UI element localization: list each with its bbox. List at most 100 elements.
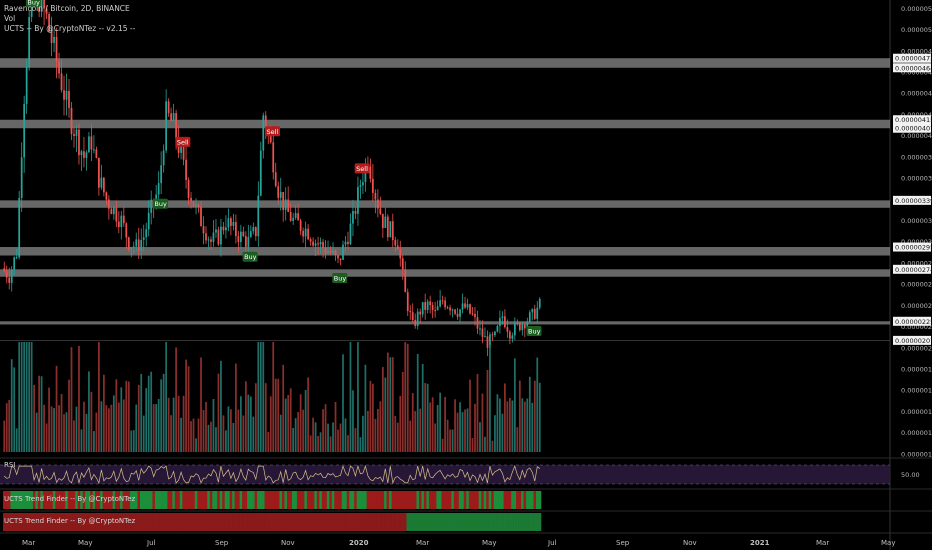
candle-body: [262, 115, 265, 151]
candle-body: [456, 313, 459, 317]
trend-finder-cell: [247, 513, 250, 531]
volume-bar: [501, 413, 504, 452]
volume-bar: [262, 342, 265, 452]
candle-body: [421, 302, 424, 315]
trend-finder-cell: [276, 513, 280, 531]
trend-finder-cell: [259, 491, 263, 509]
volume-bar: [424, 383, 427, 452]
trend-finder-cell: [234, 491, 238, 509]
trend-finder-cell: [219, 491, 223, 509]
trend-finder-cell: [401, 491, 405, 509]
trend-finder-cell: [137, 491, 141, 509]
volume-bar: [464, 409, 466, 452]
volume-bar: [434, 423, 437, 452]
price-tick-label: 0.00000440: [901, 90, 932, 98]
candle-body: [127, 237, 130, 250]
candle-body: [444, 300, 446, 308]
trend-finder-cell: [423, 491, 427, 509]
candle-body: [135, 239, 138, 247]
trend-finder-cell: [441, 513, 445, 531]
candle-body: [304, 228, 307, 237]
chart-root[interactable]: 0.000005200.000005000.000004800.00000460…: [0, 0, 932, 550]
volume-bar: [294, 418, 297, 452]
candle-body: [319, 242, 322, 245]
candle-body: [182, 147, 185, 160]
candle-body: [389, 221, 392, 238]
trend-finder-cell: [498, 491, 502, 509]
trend-finder-cell: [281, 513, 285, 531]
candle-body: [80, 151, 83, 156]
trend-finder-cell: [189, 491, 193, 509]
candle-body: [491, 334, 494, 336]
trend-finder-cell: [533, 513, 537, 531]
volume-bar: [192, 418, 195, 452]
volume-bar: [376, 408, 379, 452]
candle-body: [190, 197, 192, 202]
trend-finder-cell: [423, 513, 427, 531]
trend-finder-cell: [431, 491, 435, 509]
trend-finder-cell: [217, 513, 220, 531]
candle-body: [142, 237, 145, 240]
candle-body: [247, 236, 250, 247]
candle-body: [217, 229, 220, 245]
volume-bar: [531, 402, 534, 452]
trend-finder-cell: [438, 513, 442, 531]
candle-body: [220, 226, 222, 245]
candle-body: [429, 301, 432, 306]
trend-finder-cell: [262, 491, 265, 509]
trend-finder-cell: [533, 491, 537, 509]
trend-finder-cell: [491, 491, 494, 509]
trend-finder-cell: [177, 513, 181, 531]
trend-finder-cell: [152, 513, 156, 531]
volume-bar: [5, 403, 8, 452]
trend-finder-cell: [264, 491, 268, 509]
trend-finder-cell: [441, 491, 445, 509]
trend-finder-cell: [451, 491, 455, 509]
trend-finder-cell: [219, 513, 223, 531]
trend-finder-cell: [528, 513, 532, 531]
trend-finder-cell: [384, 491, 387, 509]
candle-body: [110, 208, 113, 215]
trend-finder-cell: [154, 491, 158, 509]
trend-finder-cell: [451, 513, 455, 531]
trend-finder-cell: [321, 491, 325, 509]
trend-finder-cell: [503, 513, 507, 531]
volume-bar: [444, 396, 446, 452]
candle-body: [461, 303, 464, 310]
candle-body: [481, 328, 484, 337]
trend-finder-cell: [476, 491, 480, 509]
volume-bar: [521, 398, 524, 452]
chart-canvas[interactable]: 0.000005200.000005000.000004800.00000460…: [0, 0, 932, 550]
candle-body: [292, 217, 295, 221]
trend-finder-cell: [164, 491, 168, 509]
volume-bar: [127, 381, 130, 452]
trend-finder-cell: [314, 491, 318, 509]
trend-finder-cell: [222, 491, 225, 509]
candle-body: [244, 236, 247, 247]
trend-finder-cell: [199, 491, 203, 509]
volume-bar: [389, 357, 392, 452]
volume-bar: [110, 404, 113, 452]
trend-finder-cell: [164, 513, 168, 531]
candle-body: [376, 199, 379, 209]
trend-finder-cell: [264, 513, 268, 531]
trend-finder-cell: [174, 513, 178, 531]
candle-body: [409, 311, 412, 313]
candle-body: [322, 242, 324, 248]
candle-body: [362, 182, 364, 186]
trend-finder-cell: [351, 491, 355, 509]
sell-signal-label: Sell: [177, 138, 189, 146]
volume-bar: [227, 406, 230, 452]
trend-finder-cell: [443, 513, 447, 531]
trend-finder-cell: [319, 491, 323, 509]
candle-body: [282, 192, 285, 210]
volume-bar: [349, 342, 352, 452]
volume-bar: [90, 391, 93, 452]
trend-finder-cell: [194, 491, 198, 509]
volume-bar: [386, 352, 389, 452]
trend-finder-cell: [147, 513, 151, 531]
candle-body: [13, 257, 16, 270]
volume-bar: [120, 387, 123, 452]
trend-finder-cell: [426, 491, 430, 509]
volume-bar: [187, 366, 190, 452]
